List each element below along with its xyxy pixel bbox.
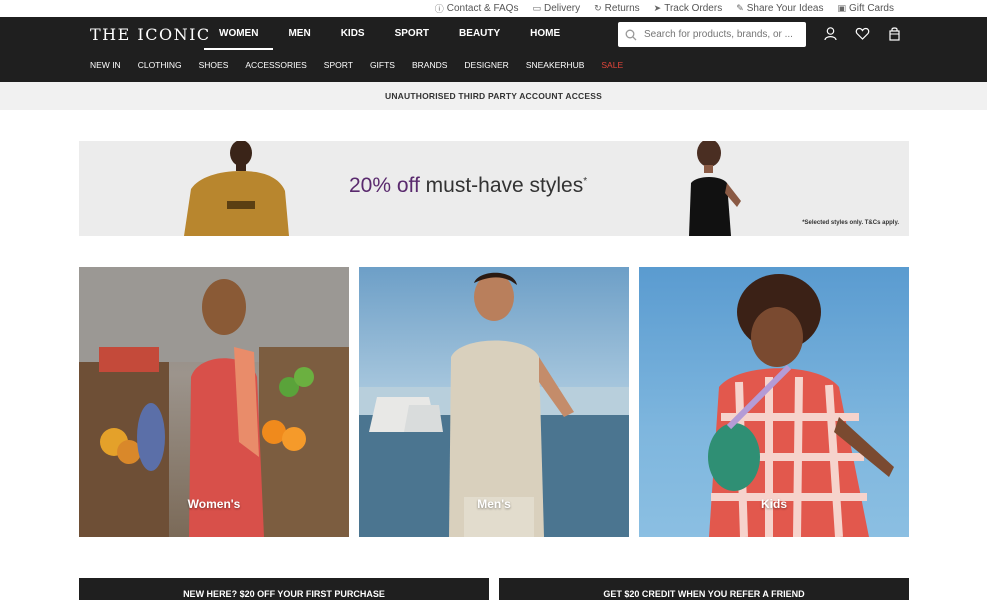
delivery-link[interactable]: ▭ Delivery: [532, 3, 580, 14]
ideas-icon: ✎: [736, 3, 744, 13]
promo-banner[interactable]: 20% off must-have styles* *Selected styl…: [79, 141, 909, 236]
gift-cards-link[interactable]: ▣ Gift Cards: [837, 3, 894, 14]
category-label-womens: Women's: [187, 497, 241, 511]
contact-faqs-label: Contact & FAQs: [446, 3, 519, 14]
category-tile-kids[interactable]: Kids: [639, 267, 909, 537]
promo-model-image-right: [689, 141, 741, 236]
sub-nav-gifts[interactable]: GIFTS: [370, 60, 395, 70]
nav-kids[interactable]: KIDS: [326, 17, 380, 50]
site-logo[interactable]: THE ICONIC: [90, 25, 211, 44]
share-ideas-link[interactable]: ✎ Share Your Ideas: [736, 3, 823, 14]
returns-label: Returns: [604, 3, 640, 14]
sub-nav-brands[interactable]: BRANDS: [412, 60, 447, 70]
promo-fine-print: *Selected styles only. T&Cs apply.: [802, 220, 899, 226]
search-box: [618, 22, 806, 47]
nav-beauty[interactable]: BEAUTY: [444, 17, 515, 50]
bag-icon[interactable]: [886, 25, 903, 42]
info-icon: ⓘ: [434, 4, 444, 14]
utility-bar: ⓘ Contact & FAQs ▭ Delivery ↻ Returns ➤ …: [0, 0, 987, 17]
promo-model-image-left: [184, 141, 289, 236]
sub-nav-clothing[interactable]: CLOTHING: [138, 60, 182, 70]
sub-nav-sneakerhub[interactable]: SNEAKERHUB: [526, 60, 585, 70]
main-nav: WOMEN MEN KIDS SPORT BEAUTY HOME: [204, 17, 575, 50]
sub-nav-sport[interactable]: SPORT: [324, 60, 353, 70]
delivery-label: Delivery: [543, 3, 581, 14]
new-customer-offer-text: NEW HERE? $20 OFF YOUR FIRST PURCHASE: [183, 589, 385, 599]
gift-cards-label: Gift Cards: [848, 3, 894, 14]
refer-friend-offer-bar[interactable]: GET $20 CREDIT WHEN YOU REFER A FRIEND: [499, 578, 909, 600]
sub-nav: NEW IN CLOTHING SHOES ACCESSORIES SPORT …: [90, 60, 640, 70]
account-icon[interactable]: [822, 25, 839, 42]
gift-card-icon: ▣: [837, 3, 846, 13]
sub-nav-new-in[interactable]: NEW IN: [90, 60, 121, 70]
contact-faqs-link[interactable]: ⓘ Contact & FAQs: [435, 2, 519, 15]
category-tile-womens[interactable]: Women's: [79, 267, 349, 537]
sub-nav-designer[interactable]: DESIGNER: [464, 60, 508, 70]
category-tile-mens[interactable]: Men's: [359, 267, 629, 537]
sub-nav-accessories[interactable]: ACCESSORIES: [245, 60, 306, 70]
sub-nav-sale[interactable]: SALE: [601, 60, 623, 70]
nav-home[interactable]: HOME: [515, 17, 575, 50]
nav-women[interactable]: WOMEN: [204, 17, 274, 50]
search-input[interactable]: [644, 29, 794, 40]
sub-nav-shoes[interactable]: SHOES: [199, 60, 229, 70]
account-access-alert[interactable]: UNAUTHORISED THIRD PARTY ACCOUNT ACCESS: [0, 82, 987, 110]
refer-friend-offer-text: GET $20 CREDIT WHEN YOU REFER A FRIEND: [603, 589, 805, 599]
site-header: THE ICONIC WOMEN MEN KIDS SPORT BEAUTY H…: [0, 17, 987, 82]
promo-headline: 20% off must-have styles*: [349, 174, 587, 198]
promo-discount: 20% off: [349, 174, 420, 197]
search-icon: [625, 29, 637, 40]
wishlist-icon[interactable]: [854, 25, 871, 42]
new-customer-offer-bar[interactable]: NEW HERE? $20 OFF YOUR FIRST PURCHASE: [79, 578, 489, 600]
promo-headline-text: must-have styles: [419, 174, 584, 197]
category-label-kids: Kids: [760, 497, 787, 511]
promo-asterisk: *: [583, 176, 588, 187]
nav-men[interactable]: MEN: [273, 17, 325, 50]
track-orders-label: Track Orders: [664, 3, 723, 14]
category-label-mens: Men's: [477, 497, 511, 511]
alert-text: UNAUTHORISED THIRD PARTY ACCOUNT ACCESS: [384, 91, 602, 101]
truck-icon: ▭: [532, 3, 541, 13]
track-orders-link[interactable]: ➤ Track Orders: [654, 3, 723, 14]
returns-icon: ↻: [594, 3, 602, 13]
header-icons: [822, 25, 903, 42]
send-icon: ➤: [653, 3, 662, 13]
nav-sport[interactable]: SPORT: [380, 17, 444, 50]
returns-link[interactable]: ↻ Returns: [594, 3, 640, 14]
share-ideas-label: Share Your Ideas: [746, 3, 824, 14]
